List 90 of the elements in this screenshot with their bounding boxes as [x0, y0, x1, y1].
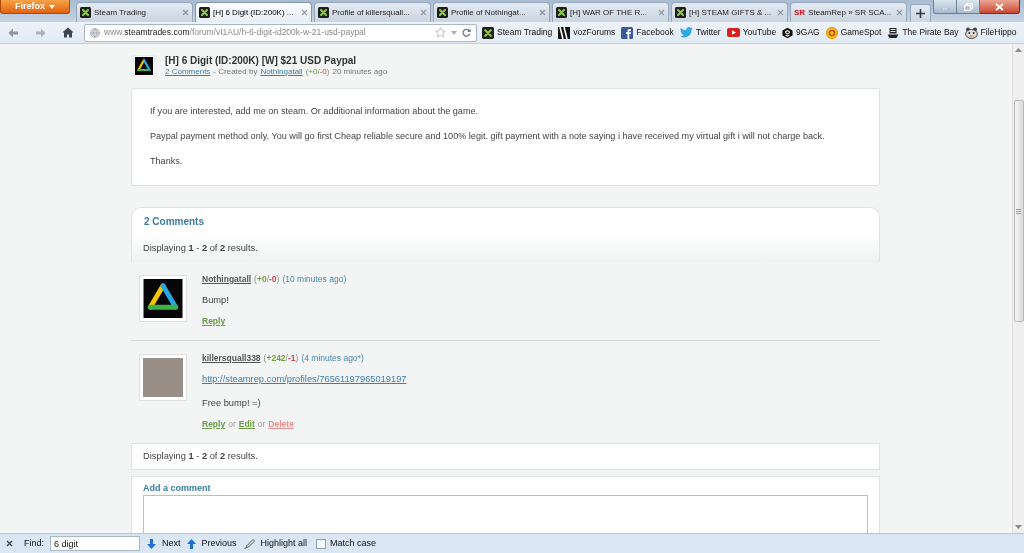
caret-icon[interactable] [451, 30, 457, 35]
globe-icon [90, 27, 100, 38]
post-title: [H] 6 Digit (ID:200K) [W] $21 USD Paypal [165, 55, 358, 67]
new-tab-button[interactable] [910, 4, 931, 22]
match-case-checkbox[interactable] [316, 538, 327, 549]
browser-tab[interactable]: SR SteamRep » SR SCA... [790, 2, 907, 22]
play-icon [726, 28, 740, 37]
comments-heading: 2 Comments [144, 215, 204, 228]
reputation-score: (+242/-1) [263, 353, 299, 364]
browser-tab[interactable]: Profile of killersquall... [314, 2, 431, 22]
close-icon[interactable] [6, 540, 13, 547]
stripe-logo-icon [558, 26, 571, 39]
post-paragraph: Thanks. [150, 156, 184, 167]
circle-logo-icon [825, 26, 838, 39]
results-summary: Displaying 1 - 2 of 2 results. [143, 451, 258, 462]
comment-author[interactable]: killersquall338 [202, 353, 261, 364]
bird-icon [679, 27, 693, 38]
hexagon-logo-icon [782, 26, 794, 39]
scrollbar-thumb[interactable] [1013, 100, 1024, 322]
home-icon[interactable] [62, 27, 74, 38]
bookmark-item[interactable]: The Pirate Bay [887, 26, 959, 39]
bookmark-item[interactable]: Steam Trading [482, 26, 553, 39]
caret-icon [49, 4, 55, 9]
browser-tab[interactable]: [H] WAR OF THE R... [552, 2, 669, 22]
post-time: 20 minutes ago [332, 67, 388, 77]
comments-link[interactable]: 2 Comments [165, 67, 211, 77]
created-by-label: - Created by [213, 67, 258, 77]
maximize-button[interactable] [957, 0, 980, 14]
triangle-logo-icon [133, 55, 155, 77]
x-logo-icon [482, 26, 494, 39]
up-arrow-icon [186, 538, 196, 549]
post-paragraph: Paypal payment method only. You will go first Cheap reliable secure and 100% legit. gift payment with a note saying i have received my virtual gift i will not charge back. [150, 131, 826, 142]
bookmark-item[interactable]: FileHippo [964, 26, 1017, 39]
bookmark-item[interactable]: Twitter [679, 27, 721, 38]
restore-icon [963, 2, 973, 11]
bookmark-item[interactable]: YouTube [726, 28, 777, 37]
comment-author[interactable]: Nothingatall [202, 274, 252, 285]
comment-text: Free bump! =) [202, 398, 262, 409]
down-arrow-icon [147, 538, 156, 549]
f-logo-icon [621, 26, 634, 39]
reputation-score: (+0/-0) [305, 67, 330, 77]
close-icon [995, 2, 1004, 11]
browser-tab[interactable]: [H] STEAM GIFTS & ... [671, 2, 788, 22]
find-previous-button[interactable]: Previous [186, 538, 237, 549]
comment-text: Bump! [202, 295, 230, 306]
plus-icon [916, 9, 925, 18]
bookmark-item[interactable]: GameSpot [825, 26, 882, 39]
bookmark-item[interactable]: 9GAG [782, 26, 820, 39]
comment-time: (10 minutes ago) [282, 274, 347, 285]
star-icon[interactable] [435, 27, 446, 38]
bookmark-item[interactable]: Facebook [621, 26, 674, 39]
separator-text: or [228, 419, 236, 430]
results-summary: Displaying 1 - 2 of 2 results. [143, 243, 258, 254]
highlight-all-button[interactable]: Highlight all [243, 538, 308, 549]
x-logo-icon [675, 7, 686, 18]
author-link[interactable]: Nothingatall [260, 67, 303, 77]
back-arrow-icon[interactable] [8, 27, 19, 38]
pen-icon [243, 538, 255, 549]
match-case-label[interactable]: Match case [330, 539, 377, 548]
browser-tab[interactable]: Steam Trading [76, 2, 193, 22]
hippo-icon [964, 26, 978, 39]
browser-tab[interactable]: Profile of Nothingat... [433, 2, 550, 22]
url-text: www.steamtrades.com/forum/vI1AU/h-6-digit-id200k-w-21-usd-paypal [104, 28, 366, 37]
forward-arrow-icon[interactable] [35, 27, 46, 38]
reputation-score: (+0/-0) [254, 274, 280, 285]
add-comment-heading: Add a comment [143, 483, 212, 494]
x-logo-icon [318, 7, 329, 18]
x-logo-icon [437, 7, 448, 18]
reload-icon[interactable] [462, 28, 471, 37]
x-logo-icon [80, 7, 91, 18]
find-next-button[interactable]: Next [147, 538, 181, 549]
site-logo: SR [794, 8, 806, 17]
bookmark-item[interactable]: vozForums [558, 26, 616, 39]
post-paragraph: If you are interested, add me on steam. Or additional information about the game. [150, 106, 480, 117]
find-field[interactable]: 6 digit [50, 536, 140, 551]
scroll-up-icon[interactable] [1015, 48, 1022, 52]
comment-link[interactable]: http://steamrep.com/profiles/76561197965019197 [202, 374, 407, 385]
scroll-down-icon[interactable] [1015, 525, 1022, 529]
comment-textarea[interactable] [143, 495, 868, 533]
comment-time: (4 minutes ago*) [301, 353, 364, 364]
scrollbar[interactable] [1012, 44, 1024, 533]
ship-icon [887, 26, 900, 39]
grip-icon [1016, 208, 1021, 214]
x-logo-icon [199, 7, 210, 18]
close-window-button[interactable] [980, 0, 1020, 14]
separator-text: or [257, 419, 266, 430]
browser-tab[interactable]: [H] 6 Digit (ID:200K) ... [195, 2, 312, 22]
find-label: Find: [24, 539, 44, 548]
x-logo-icon [556, 7, 567, 18]
address-field[interactable]: www.steamtrades.com/forum/vI1AU/h-6-digit-id200k-w-21-usd-paypal [84, 23, 477, 42]
